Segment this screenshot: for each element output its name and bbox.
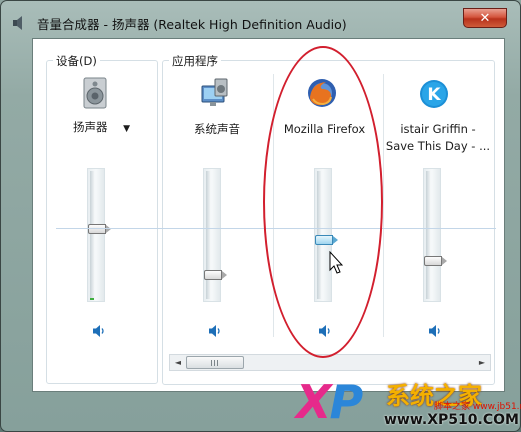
close-icon: ✕ xyxy=(479,10,491,26)
grip-line xyxy=(214,360,215,366)
kmplayer-volume-thumb[interactable] xyxy=(424,256,447,266)
system-sounds-volume-thumb[interactable] xyxy=(204,270,227,280)
system-sounds-mute-button[interactable] xyxy=(207,323,223,339)
chevron-down-icon: ▼ xyxy=(123,124,131,134)
scrollbar-thumb[interactable] xyxy=(186,356,244,369)
watermark-url: www.XP510.COM xyxy=(384,412,519,428)
device-volume-thumb[interactable] xyxy=(88,224,111,234)
channel-separator xyxy=(383,74,384,337)
devices-label: 设备(D) xyxy=(53,53,100,69)
title-bar: 音量合成器 - 扬声器 (Realtek High Definition Aud… xyxy=(11,11,450,35)
app-name-system-sounds: 系统声音 xyxy=(194,122,240,136)
app-name-kmplayer: istair Griffin - Save This Day - ... xyxy=(385,121,491,155)
device-mute-button[interactable] xyxy=(91,323,107,339)
device-select[interactable]: 扬声器 ▼ xyxy=(73,119,153,138)
kmplayer-volume-slider[interactable] xyxy=(423,168,447,302)
kmplayer-icon: K xyxy=(420,80,448,108)
arrow-left-icon: ◄ xyxy=(174,358,182,367)
grip-line xyxy=(217,360,218,366)
system-sounds-icon xyxy=(201,78,228,106)
window-title: 音量合成器 - 扬声器 (Realtek High Definition Aud… xyxy=(37,16,347,32)
scroll-left-button[interactable]: ◄ xyxy=(170,355,186,370)
device-name: 扬声器 xyxy=(73,120,108,134)
slider-track xyxy=(426,171,430,299)
highlight-ellipse xyxy=(263,46,383,358)
watermark-sub: 脚本之家 www.jb51.net xyxy=(434,402,521,412)
volume-mixer-window: 音量合成器 - 扬声器 (Realtek High Definition Aud… xyxy=(0,0,521,432)
system-sounds-volume-slider[interactable] xyxy=(203,168,227,302)
arrow-right-icon: ► xyxy=(478,358,486,367)
speaker-icon xyxy=(13,16,22,30)
kmplayer-mute-button[interactable] xyxy=(427,323,443,339)
mouse-cursor-icon xyxy=(329,251,343,274)
slider-track xyxy=(90,171,94,299)
grip-line xyxy=(211,360,212,366)
speaker-device-icon xyxy=(83,77,107,109)
peak-meter xyxy=(90,298,94,300)
svg-text:K: K xyxy=(427,85,441,105)
applications-label: 应用程序 xyxy=(169,53,221,69)
watermark: XP XP 系统之家 脚本之家 www.jb51.net www.XP510.C… xyxy=(296,376,521,432)
device-volume-slider[interactable] xyxy=(87,168,111,302)
app-name-kmplayer-text: istair Griffin - Save This Day - ... xyxy=(385,122,491,153)
scroll-right-button[interactable]: ► xyxy=(474,355,490,370)
watermark-logo: XP xyxy=(296,375,363,429)
close-button[interactable]: ✕ xyxy=(463,8,507,28)
